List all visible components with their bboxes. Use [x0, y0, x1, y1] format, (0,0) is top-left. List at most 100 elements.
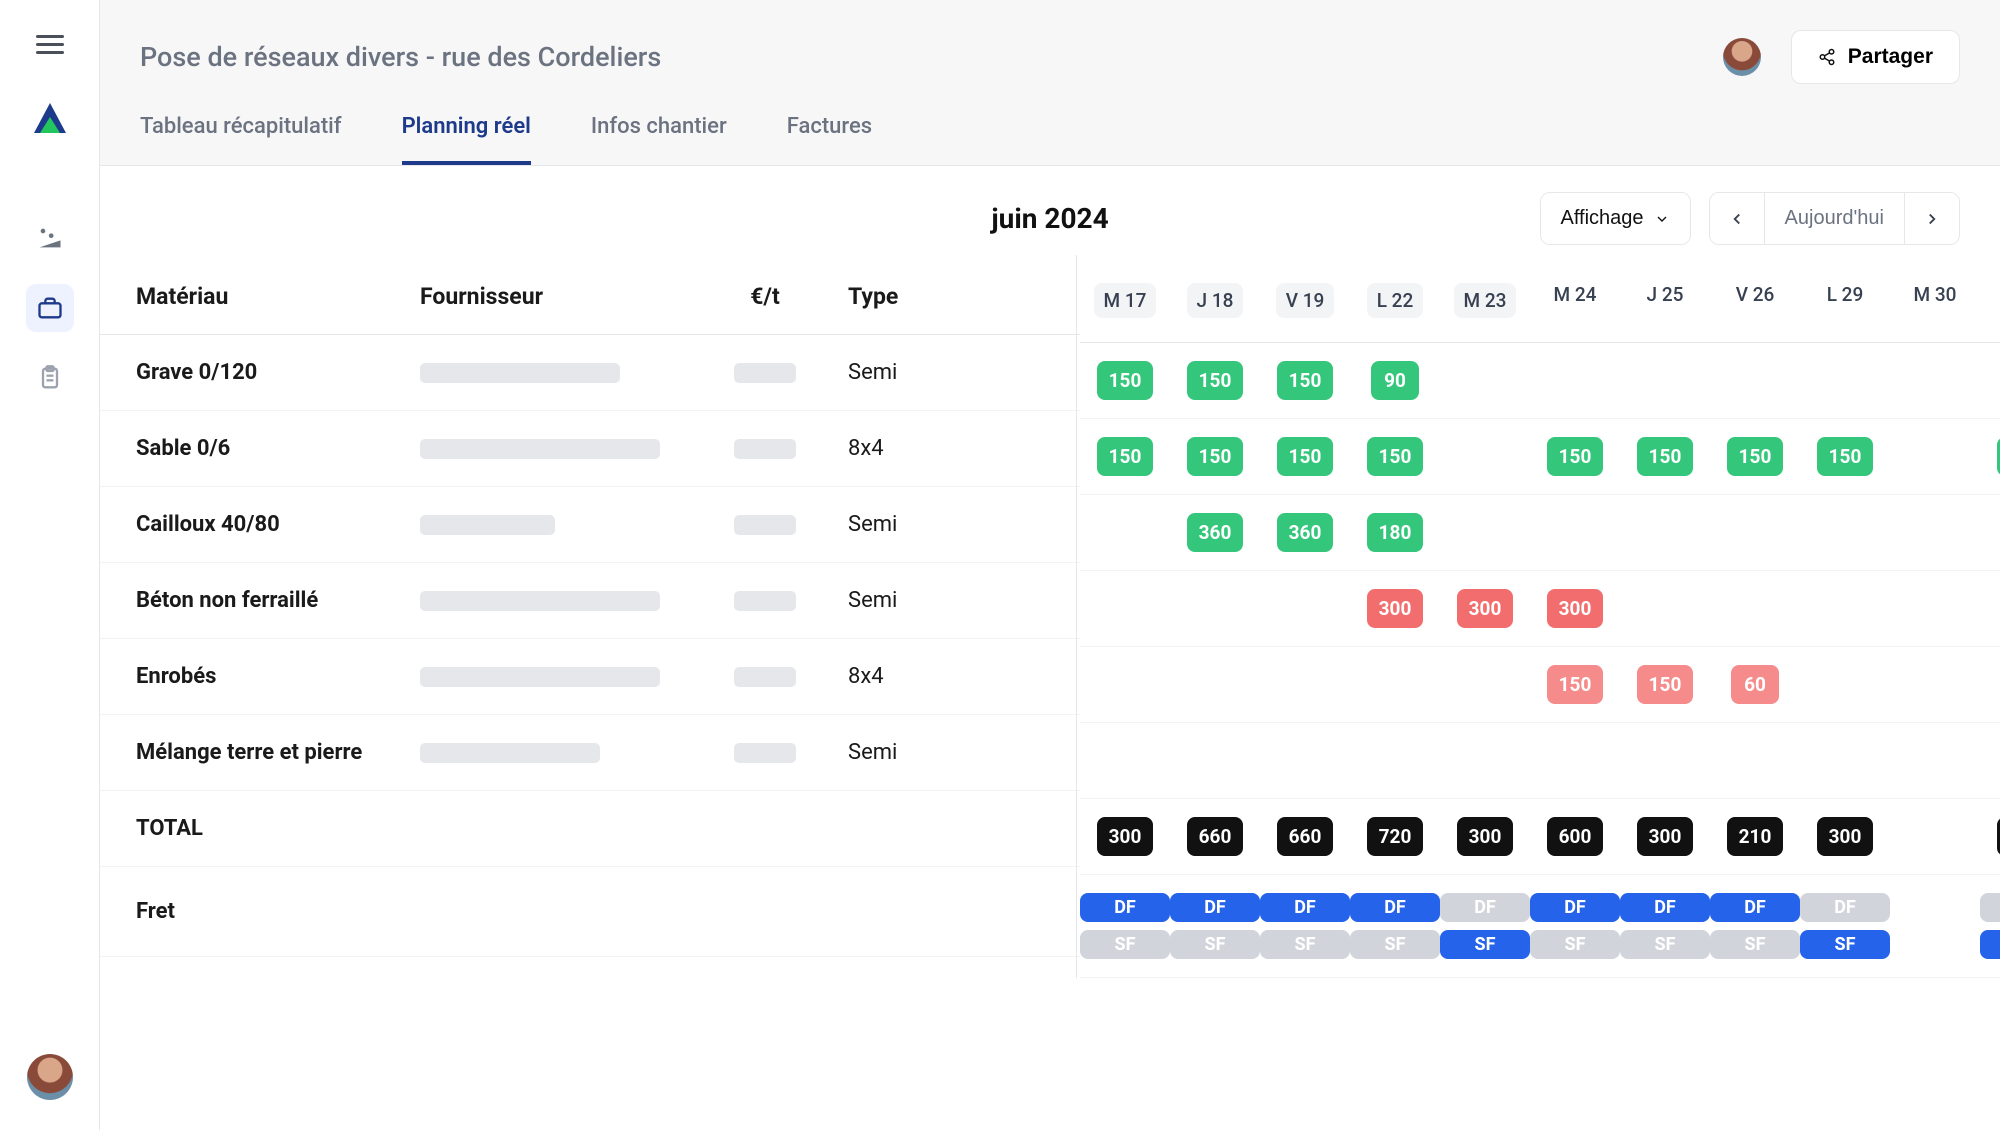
nav-clipboard-icon[interactable]: [26, 354, 74, 402]
value-chip[interactable]: 90: [1371, 361, 1419, 400]
date-header: V 26: [1710, 283, 1800, 318]
fret-sf-chip[interactable]: SF: [1800, 930, 1890, 959]
today-button[interactable]: Aujourd'hui: [1764, 193, 1904, 244]
material-name: Grave 0/120: [100, 360, 420, 385]
date-header: M 23: [1440, 283, 1530, 318]
fret-sf-chip[interactable]: SF: [1530, 930, 1620, 959]
value-chip[interactable]: 300: [1547, 589, 1604, 628]
total-chip[interactable]: 660: [1187, 817, 1244, 856]
user-avatar-top[interactable]: [1723, 38, 1761, 76]
value-chip[interactable]: 360: [1277, 513, 1334, 552]
tab-0[interactable]: Tableau récapitulatif: [140, 102, 342, 165]
total-chip[interactable]: 600: [1547, 817, 1604, 856]
share-label: Partager: [1848, 45, 1933, 69]
fret-df-chip[interactable]: DF: [1710, 893, 1800, 922]
total-chip[interactable]: 300: [1817, 817, 1874, 856]
nav-chart-icon[interactable]: [26, 214, 74, 262]
nav-briefcase-icon[interactable]: [26, 284, 74, 332]
value-chip[interactable]: 150: [1277, 361, 1334, 400]
price-skeleton: [734, 515, 796, 535]
material-name: Sable 0/6: [100, 436, 420, 461]
tabs: Tableau récapitulatif Planning réel Infos …: [100, 102, 2000, 166]
value-chip[interactable]: 150: [1727, 437, 1784, 476]
value-chip[interactable]: 300: [1457, 589, 1514, 628]
prev-button[interactable]: [1710, 193, 1764, 244]
chevron-down-icon: [1654, 211, 1670, 227]
price-skeleton: [734, 591, 796, 611]
price-skeleton: [734, 439, 796, 459]
material-row: Enrobés 8x4: [100, 639, 1080, 715]
value-chip[interactable]: 150: [1547, 665, 1604, 704]
material-name: Béton non ferraillé: [100, 588, 420, 613]
material-row: Cailloux 40/80Semi: [100, 487, 1080, 563]
display-dropdown[interactable]: Affichage: [1541, 193, 1690, 244]
value-chip[interactable]: 150: [1817, 437, 1874, 476]
tab-2[interactable]: Infos chantier: [591, 102, 727, 165]
menu-icon[interactable]: [36, 30, 64, 59]
fret-sf-chip[interactable]: SF: [1620, 930, 1710, 959]
fret-sf-chip[interactable]: SF: [1260, 930, 1350, 959]
page-title: Pose de réseaux divers - rue des Cordeli…: [140, 41, 661, 73]
value-chip[interactable]: 150: [1277, 437, 1334, 476]
date-header: J 25: [1620, 283, 1710, 318]
supplier-skeleton: [420, 591, 660, 611]
material-type: 8x4: [820, 664, 990, 689]
fret-sf-chip[interactable]: SF: [1710, 930, 1800, 959]
material-name: Cailloux 40/80: [100, 512, 420, 537]
value-chip[interactable]: 150: [1187, 361, 1244, 400]
next-button[interactable]: [1904, 193, 1959, 244]
value-chip[interactable]: 150: [1547, 437, 1604, 476]
value-chip[interactable]: 180: [1367, 513, 1424, 552]
value-chip[interactable]: 150: [1367, 437, 1424, 476]
total-chip[interactable]: 150: [1997, 817, 2000, 856]
material-name: Enrobés: [100, 664, 420, 689]
fret-sf-chip[interactable]: SF: [1440, 930, 1530, 959]
value-chip[interactable]: 150: [1187, 437, 1244, 476]
fret-df-chip[interactable]: DF: [1350, 893, 1440, 922]
fret-df-chip[interactable]: DF: [1980, 893, 2000, 922]
material-row: Sable 0/6 8x4: [100, 411, 1080, 487]
value-chip[interactable]: 300: [1367, 589, 1424, 628]
tab-3[interactable]: Factures: [787, 102, 872, 165]
value-chip[interactable]: 150: [1637, 665, 1694, 704]
total-chip[interactable]: 300: [1097, 817, 1154, 856]
date-header: M 17: [1080, 283, 1170, 318]
data-row: 360 360 180: [1080, 495, 2000, 571]
value-chip[interactable]: 150: [1097, 361, 1154, 400]
chevron-right-icon: [1923, 210, 1941, 228]
fret-df-chip[interactable]: DF: [1080, 893, 1170, 922]
total-chip[interactable]: 720: [1367, 817, 1424, 856]
fret-sf-chip[interactable]: SF: [1980, 930, 2000, 959]
total-chip[interactable]: 300: [1457, 817, 1514, 856]
share-button[interactable]: Partager: [1791, 30, 1960, 84]
fret-df-chip[interactable]: DF: [1530, 893, 1620, 922]
fret-df-chip[interactable]: DF: [1260, 893, 1350, 922]
total-chip[interactable]: 210: [1727, 817, 1784, 856]
value-chip[interactable]: 150: [1997, 437, 2000, 476]
data-row: 150 150 150 150 150 150 150 150 150: [1080, 419, 2000, 495]
chevron-left-icon: [1728, 210, 1746, 228]
data-row: 150 150 60: [1080, 647, 2000, 723]
fret-df-chip[interactable]: DF: [1170, 893, 1260, 922]
fret-sf-chip[interactable]: SF: [1170, 930, 1260, 959]
col-header-material: Matériau: [100, 283, 420, 310]
value-chip[interactable]: 150: [1097, 437, 1154, 476]
fret-df-chip[interactable]: DF: [1800, 893, 1890, 922]
value-chip[interactable]: 150: [1637, 437, 1694, 476]
fret-df-chip[interactable]: DF: [1620, 893, 1710, 922]
share-icon: [1818, 48, 1836, 66]
value-chip[interactable]: 360: [1187, 513, 1244, 552]
material-type: 8x4: [820, 436, 990, 461]
total-chip[interactable]: 300: [1637, 817, 1694, 856]
fret-sf-chip[interactable]: SF: [1080, 930, 1170, 959]
fret-sf-chip[interactable]: SF: [1350, 930, 1440, 959]
data-row: 300 300 300: [1080, 571, 2000, 647]
fret-df-chip[interactable]: DF: [1440, 893, 1530, 922]
date-header: L 22: [1350, 283, 1440, 318]
total-chip[interactable]: 660: [1277, 817, 1334, 856]
value-chip[interactable]: 60: [1731, 665, 1779, 704]
tab-1[interactable]: Planning réel: [402, 102, 531, 165]
user-avatar-sidebar[interactable]: [27, 1054, 73, 1100]
material-row: Béton non ferrailléSemi: [100, 563, 1080, 639]
app-logo[interactable]: [30, 99, 70, 144]
